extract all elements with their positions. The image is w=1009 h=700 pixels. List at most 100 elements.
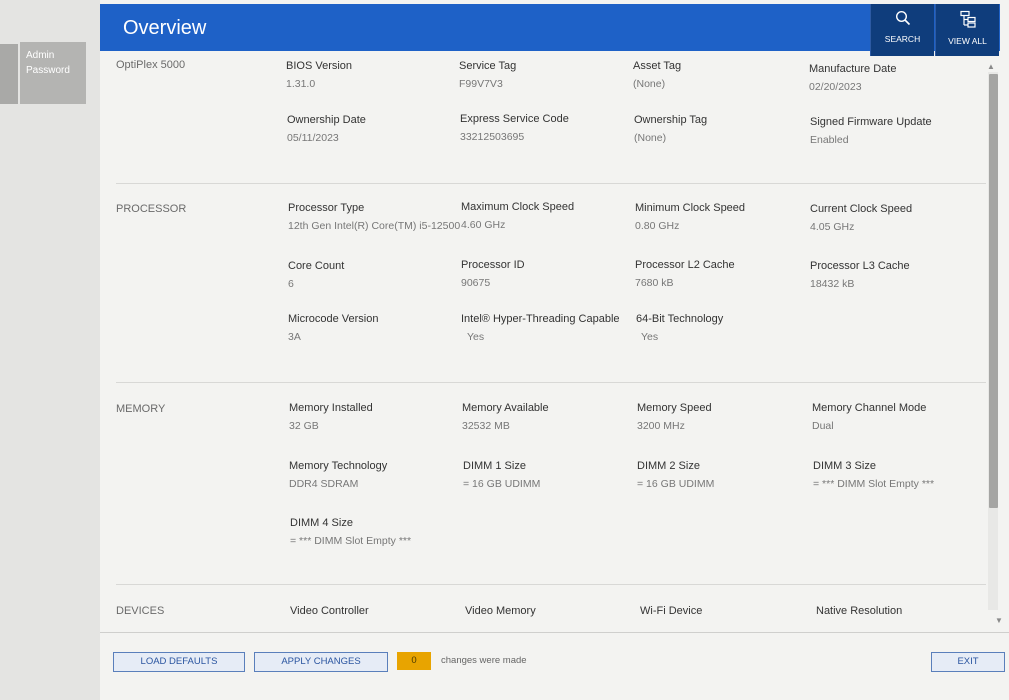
field-label: Video Memory: [465, 605, 536, 617]
field-value: 02/20/2023: [809, 81, 862, 93]
sidebar-item-label: Admin Password: [26, 50, 70, 76]
field-value: 6: [288, 278, 294, 290]
field-label: Signed Firmware Update: [810, 116, 932, 128]
field-value: Dual: [812, 420, 834, 432]
field-value: 3A: [288, 331, 301, 343]
sidebar-strip: [0, 44, 18, 104]
field-manufacture-date: Manufacture Date 02/20/2023: [809, 63, 984, 93]
field-value: 12th Gen Intel(R) Core(TM) i5-12500: [288, 220, 461, 232]
page-title: Overview: [123, 17, 207, 39]
field-label: Processor L3 Cache: [810, 260, 910, 272]
field-label: Core Count: [288, 260, 345, 272]
field-dimm-2-size: DIMM 2 Size = 16 GB UDIMM: [637, 460, 812, 490]
field-label: Processor L2 Cache: [635, 259, 735, 271]
field-label: Wi-Fi Device: [640, 605, 703, 617]
search-button[interactable]: SEARCH: [870, 4, 934, 56]
field-label: BIOS Version: [286, 60, 353, 72]
field-value: 05/11/2023: [287, 132, 339, 144]
field-value: DDR4 SDRAM: [289, 478, 359, 490]
field-processor-l3-cache: Processor L3 Cache 18432 kB: [810, 260, 985, 290]
field-microcode-version: Microcode Version 3A: [288, 313, 463, 343]
field-value: = *** DIMM Slot Empty ***: [290, 535, 412, 547]
field-value: = 16 GB UDIMM: [463, 478, 541, 490]
field-memory-technology: Memory Technology DDR4 SDRAM: [289, 460, 464, 490]
field-value: Yes: [641, 331, 659, 343]
field-value: Enabled: [810, 134, 849, 146]
field-dimm-1-size: DIMM 1 Size = 16 GB UDIMM: [463, 460, 638, 490]
section-title-system: OptiPlex 5000: [116, 59, 186, 71]
field-label: Memory Installed: [289, 402, 373, 414]
field-label: Express Service Code: [460, 113, 569, 125]
field-label: Service Tag: [459, 60, 517, 72]
field-value: 4.60 GHz: [461, 219, 506, 231]
sidebar-item-admin-password[interactable]: Admin Password: [20, 42, 86, 104]
field-value: Yes: [467, 331, 485, 343]
changes-count-badge: 0: [397, 652, 431, 670]
field-label: Video Controller: [290, 605, 369, 617]
field-memory-channel-mode: Memory Channel Mode Dual: [812, 402, 986, 432]
field-value: (None): [634, 132, 667, 144]
field-label: 64-Bit Technology: [636, 313, 724, 325]
field-wi-fi-device: Wi-Fi Device: [640, 605, 815, 617]
field-label: Current Clock Speed: [810, 203, 913, 215]
field-label: Ownership Tag: [634, 114, 708, 126]
field-value: 18432 kB: [810, 278, 855, 290]
field-label: DIMM 1 Size: [463, 460, 526, 472]
field-value: 90675: [461, 277, 491, 289]
field-native-resolution: Native Resolution: [816, 605, 986, 617]
field-video-controller: Video Controller: [290, 605, 465, 617]
field-minimum-clock-speed: Minimum Clock Speed 0.80 GHz: [635, 202, 810, 232]
field-label: Intel® Hyper-Threading Capable: [461, 313, 620, 325]
field-express-service-code: Express Service Code 33212503695: [460, 113, 635, 143]
field-label: Memory Technology: [289, 460, 388, 472]
field-asset-tag: Asset Tag (None): [633, 60, 808, 90]
field-memory-installed: Memory Installed 32 GB: [289, 402, 464, 432]
field-value: 33212503695: [460, 131, 525, 143]
exit-button[interactable]: EXIT: [931, 652, 1005, 672]
field-dimm-3-size: DIMM 3 Size = *** DIMM Slot Empty ***: [813, 460, 986, 490]
section-divider: [116, 382, 986, 383]
field-processor-id: Processor ID 90675: [461, 259, 636, 289]
overview-content: OptiPlex 5000 BIOS Version 1.31.0 Servic…: [100, 52, 986, 632]
field-bios-version: BIOS Version 1.31.0: [286, 60, 461, 90]
field-value: = 16 GB UDIMM: [637, 478, 715, 490]
overview-window: Overview SEARCH VIEW ALL OptiPlex 5000 B…: [100, 0, 1009, 700]
field-label: Manufacture Date: [809, 63, 897, 75]
field-label: Maximum Clock Speed: [461, 201, 575, 213]
field-value: F99V7V3: [459, 78, 503, 90]
field-label: Processor ID: [461, 259, 525, 271]
changes-status-text: changes were made: [441, 655, 527, 666]
section-title-processor: PROCESSOR: [116, 203, 187, 215]
field-service-tag: Service Tag F99V7V3: [459, 60, 634, 90]
section-divider: [116, 183, 986, 184]
field-value: (None): [633, 78, 666, 90]
field-ownership-date: Ownership Date 05/11/2023: [287, 114, 462, 144]
field-signed-firmware-update: Signed Firmware Update Enabled: [810, 116, 985, 146]
field-core-count: Core Count 6: [288, 260, 463, 290]
field-label: Microcode Version: [288, 313, 379, 325]
view-all-label: VIEW ALL: [948, 36, 987, 46]
section-title-devices: DEVICES: [116, 605, 165, 617]
field-processor-type: Processor Type 12th Gen Intel(R) Core(TM…: [288, 202, 463, 232]
field-value: 1.31.0: [286, 78, 316, 90]
field-memory-available: Memory Available 32532 MB: [462, 402, 637, 432]
field-current-clock-speed: Current Clock Speed 4.05 GHz: [810, 203, 985, 233]
scroll-down-arrow-icon[interactable]: ▼: [995, 616, 1003, 625]
field-video-memory: Video Memory: [465, 605, 640, 617]
view-all-button[interactable]: VIEW ALL: [935, 4, 999, 56]
search-label: SEARCH: [884, 34, 921, 44]
apply-changes-button[interactable]: APPLY CHANGES: [254, 652, 388, 672]
field-label: Asset Tag: [633, 60, 682, 72]
field-label: DIMM 3 Size: [813, 460, 876, 472]
field-label: Memory Speed: [637, 402, 712, 414]
field-label: Ownership Date: [287, 114, 366, 126]
load-defaults-button[interactable]: LOAD DEFAULTS: [113, 652, 245, 672]
scrollbar-thumb[interactable]: [989, 74, 998, 508]
scroll-up-arrow-icon[interactable]: ▲: [987, 62, 995, 71]
search-icon: [895, 10, 910, 26]
field-label: DIMM 2 Size: [637, 460, 700, 472]
field-value: = *** DIMM Slot Empty ***: [813, 478, 935, 490]
field-label: Memory Channel Mode: [812, 402, 927, 414]
field-value: 0.80 GHz: [635, 220, 680, 232]
field-processor-l2-cache: Processor L2 Cache 7680 kB: [635, 259, 810, 289]
